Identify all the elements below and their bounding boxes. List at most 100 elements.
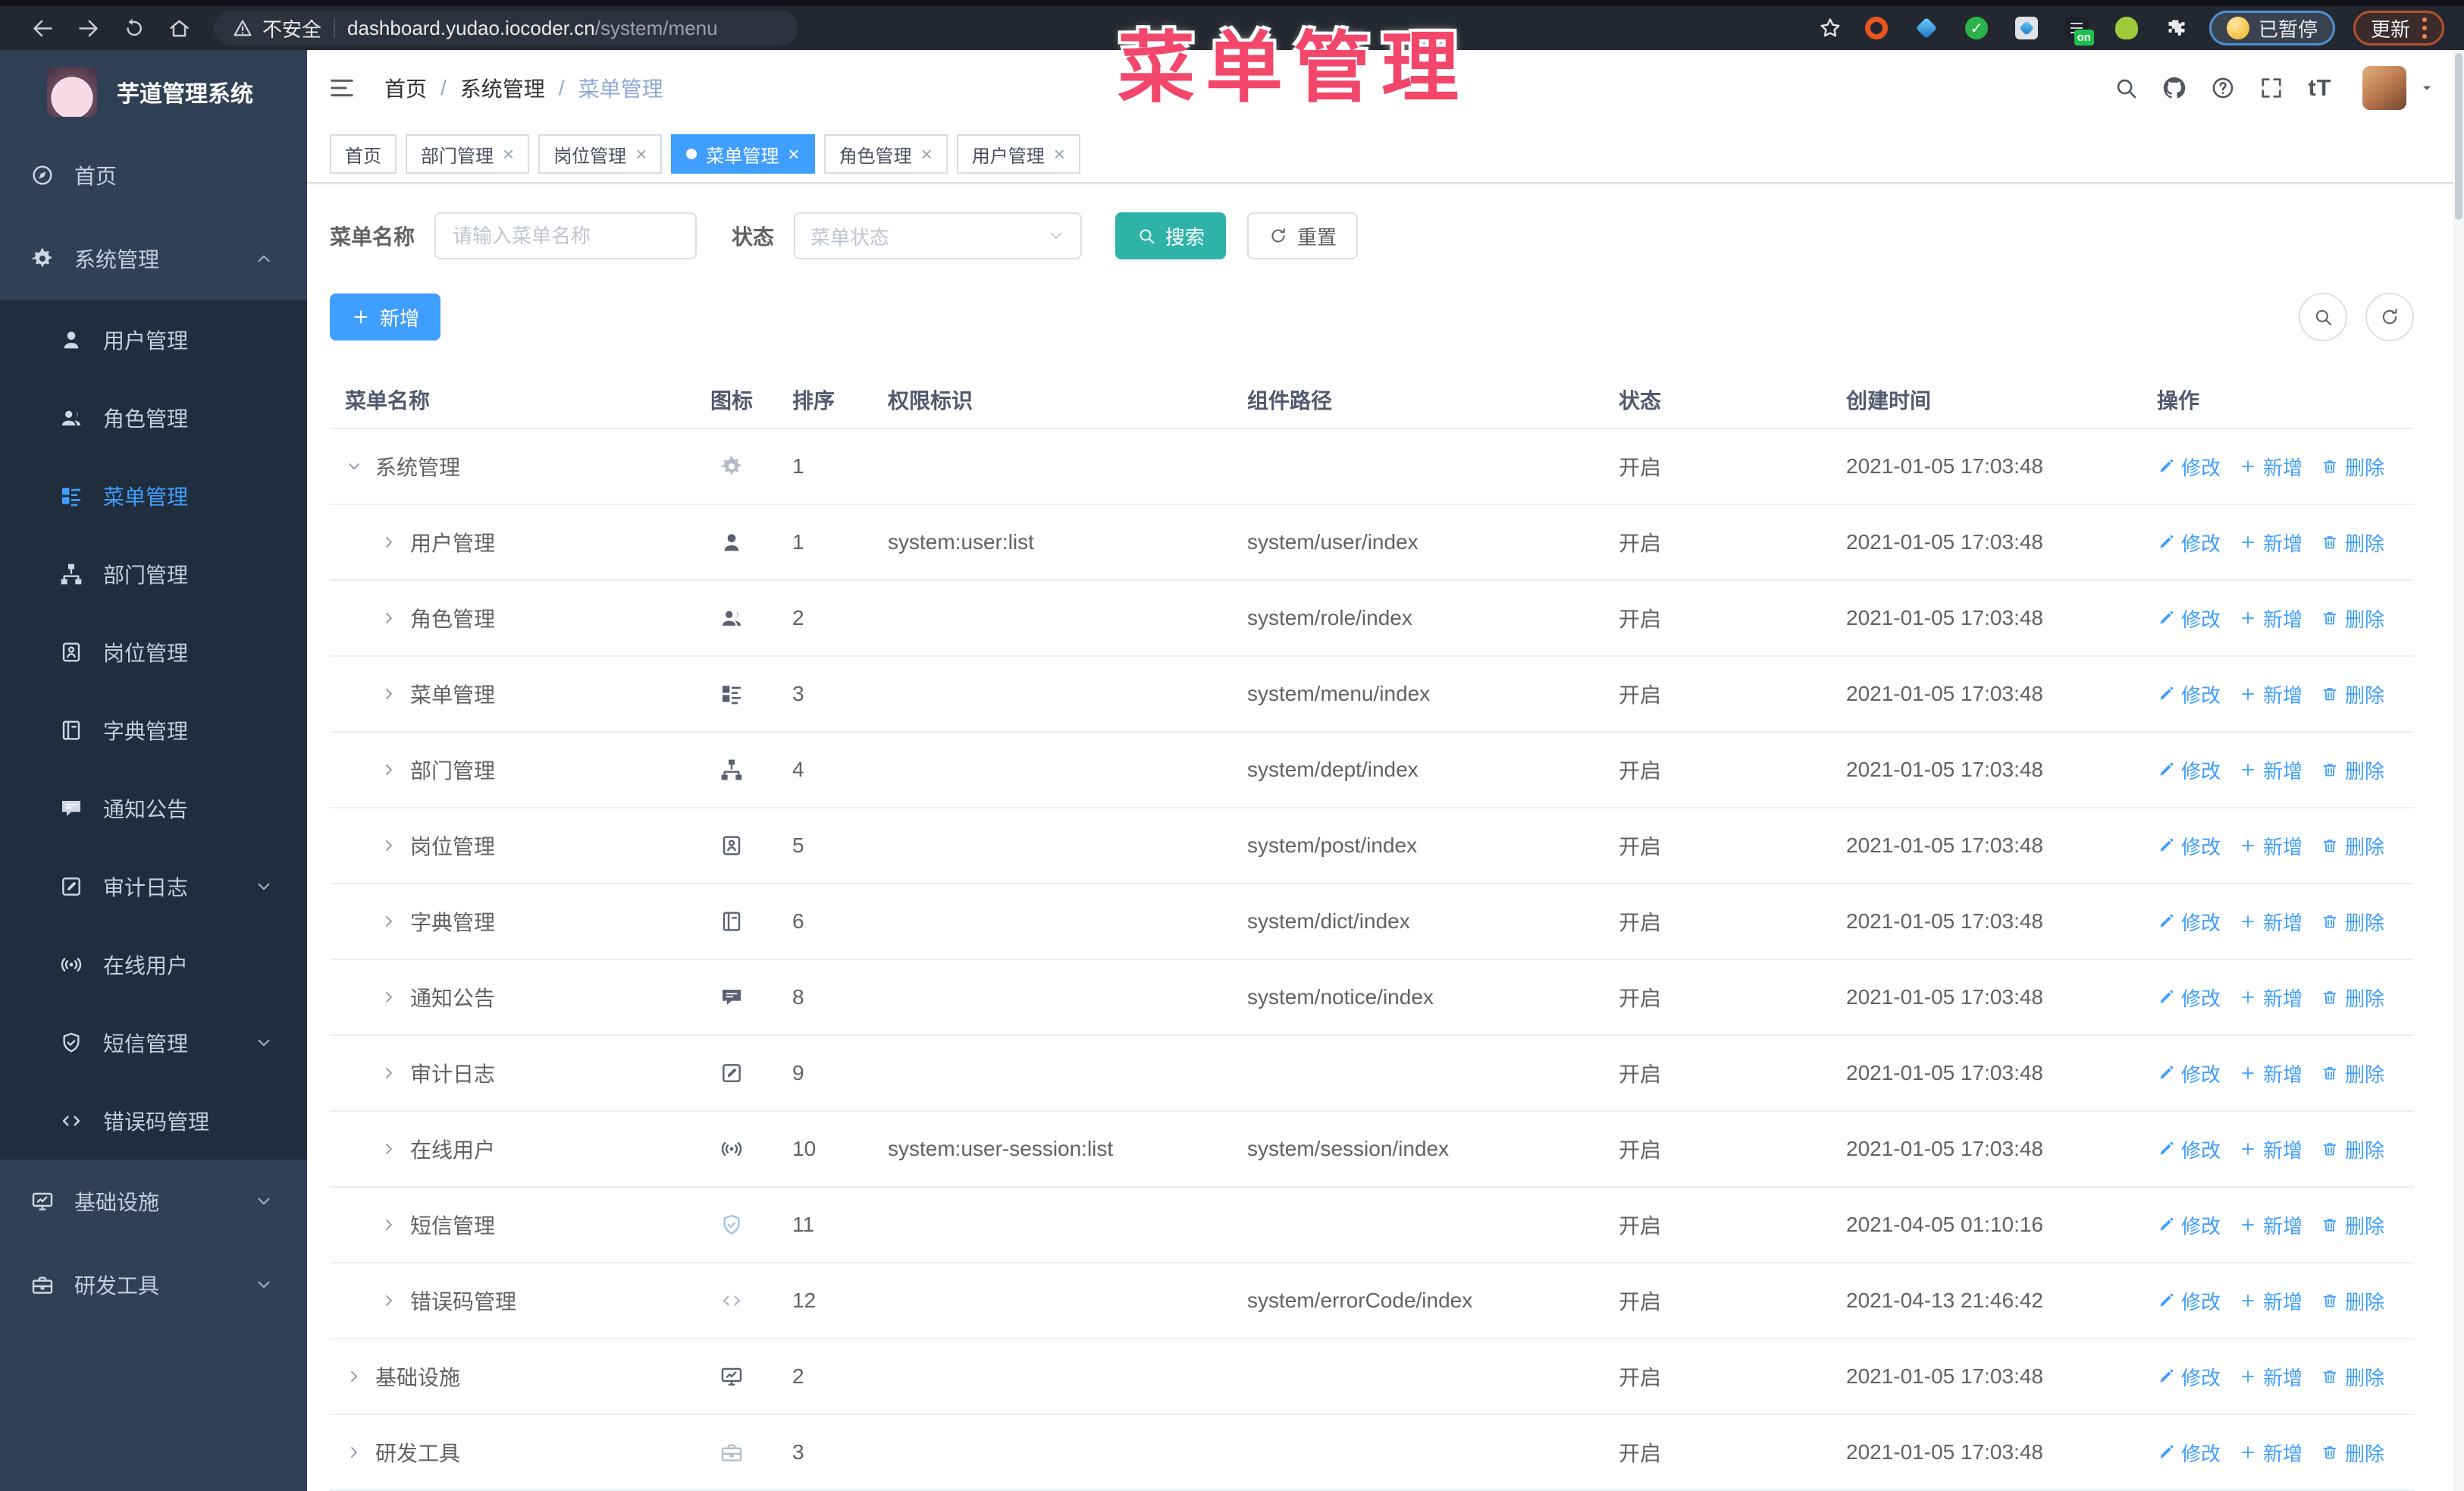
expand-caret-icon[interactable]	[380, 912, 398, 931]
delete-link[interactable]: 删除	[2321, 984, 2384, 1012]
extension-icon-on[interactable]: on	[2064, 17, 2094, 46]
add-child-link[interactable]: 新增	[2239, 529, 2303, 557]
github-icon[interactable]	[2150, 64, 2199, 112]
expand-caret-icon[interactable]	[380, 1216, 398, 1234]
delete-link[interactable]: 删除	[2321, 1211, 2384, 1239]
tab-close-icon[interactable]: ×	[1054, 144, 1065, 164]
expand-caret-icon[interactable]	[380, 533, 398, 551]
tab-close-icon[interactable]: ×	[921, 144, 933, 164]
expand-caret-icon[interactable]	[345, 1443, 363, 1461]
sidebar-item[interactable]: 研发工具	[0, 1243, 307, 1326]
sidebar-item[interactable]: 用户管理	[0, 300, 307, 378]
scrollbar[interactable]	[2453, 50, 2464, 1491]
edit-link[interactable]: 修改	[2157, 1211, 2221, 1239]
sidebar-item[interactable]: 角色管理	[0, 378, 307, 457]
add-button[interactable]: 新增	[330, 293, 441, 341]
tab-close-icon[interactable]: ×	[788, 144, 799, 164]
tab[interactable]: 用户管理 ×	[956, 134, 1080, 174]
refresh-table-button[interactable]	[2365, 293, 2414, 341]
expand-caret-icon[interactable]	[345, 457, 363, 476]
expand-caret-icon[interactable]	[380, 685, 398, 703]
delete-link[interactable]: 删除	[2321, 453, 2384, 481]
expand-caret-icon[interactable]	[380, 609, 398, 627]
sidebar-item[interactable]: 菜单管理	[0, 457, 307, 535]
expand-caret-icon[interactable]	[380, 988, 398, 1006]
home-icon[interactable]	[156, 7, 202, 49]
edit-link[interactable]: 修改	[2157, 756, 2221, 784]
sidebar-item[interactable]: 审计日志	[0, 847, 307, 925]
add-child-link[interactable]: 新增	[2239, 984, 2303, 1012]
edit-link[interactable]: 修改	[2157, 908, 2221, 936]
extension-icon-android[interactable]	[2114, 17, 2138, 39]
delete-link[interactable]: 删除	[2321, 756, 2384, 784]
show-search-button[interactable]	[2299, 293, 2347, 341]
add-child-link[interactable]: 新增	[2239, 604, 2303, 632]
expand-caret-icon[interactable]	[380, 1292, 398, 1310]
delete-link[interactable]: 删除	[2321, 1287, 2384, 1315]
extensions-puzzle-icon[interactable]	[2165, 17, 2188, 39]
hamburger-icon[interactable]	[327, 73, 357, 103]
tab[interactable]: 角色管理 ×	[823, 134, 948, 174]
delete-link[interactable]: 删除	[2321, 832, 2384, 860]
add-child-link[interactable]: 新增	[2239, 756, 2303, 784]
avatar-caret-down-icon[interactable]	[2419, 80, 2435, 96]
add-child-link[interactable]: 新增	[2239, 1059, 2303, 1088]
reload-icon[interactable]	[111, 7, 156, 49]
edit-link[interactable]: 修改	[2157, 1059, 2221, 1088]
back-icon[interactable]	[20, 7, 65, 49]
fullscreen-icon[interactable]	[2247, 64, 2296, 112]
edit-link[interactable]: 修改	[2157, 1135, 2221, 1163]
scrollbar-thumb[interactable]	[2455, 53, 2462, 220]
extension-icon-grid[interactable]	[2014, 17, 2038, 39]
breadcrumb-home[interactable]: 首页	[384, 73, 427, 103]
edit-link[interactable]: 修改	[2157, 1363, 2221, 1391]
delete-link[interactable]: 删除	[2321, 1439, 2384, 1467]
tab[interactable]: 岗位管理 ×	[538, 134, 663, 174]
sidebar-item[interactable]: 岗位管理	[0, 613, 307, 691]
sidebar-item[interactable]: 系统管理	[0, 217, 307, 300]
delete-link[interactable]: 删除	[2321, 604, 2384, 632]
edit-link[interactable]: 修改	[2157, 1287, 2221, 1315]
sidebar-item[interactable]: 错误码管理	[0, 1081, 307, 1160]
extension-icon-check[interactable]: ✓	[1964, 17, 1988, 39]
edit-link[interactable]: 修改	[2157, 453, 2221, 481]
expand-caret-icon[interactable]	[380, 1140, 398, 1158]
expand-caret-icon[interactable]	[380, 761, 398, 779]
sidebar-item[interactable]: 基础设施	[0, 1160, 307, 1243]
add-child-link[interactable]: 新增	[2239, 453, 2303, 481]
edit-link[interactable]: 修改	[2157, 680, 2221, 708]
delete-link[interactable]: 删除	[2321, 680, 2384, 708]
edit-link[interactable]: 修改	[2157, 832, 2221, 860]
add-child-link[interactable]: 新增	[2239, 1211, 2303, 1239]
tab[interactable]: 部门管理 ×	[406, 134, 530, 174]
tab[interactable]: 菜单管理 ×	[671, 134, 815, 174]
add-child-link[interactable]: 新增	[2239, 1439, 2303, 1467]
tab-close-icon[interactable]: ×	[635, 144, 647, 164]
add-child-link[interactable]: 新增	[2239, 908, 2303, 936]
browser-menu-icon[interactable]	[2422, 17, 2427, 39]
add-child-link[interactable]: 新增	[2239, 832, 2303, 860]
tab-close-icon[interactable]: ×	[503, 144, 514, 164]
font-size-icon[interactable]: tT	[2296, 64, 2344, 112]
menu-name-input[interactable]	[434, 212, 698, 259]
sidebar-item[interactable]: 通知公告	[0, 769, 307, 847]
edit-link[interactable]: 修改	[2157, 984, 2221, 1012]
delete-link[interactable]: 删除	[2321, 908, 2384, 936]
reset-button[interactable]: 重置	[1247, 212, 1359, 259]
expand-caret-icon[interactable]	[380, 837, 398, 855]
header-search-icon[interactable]	[2102, 64, 2150, 112]
expand-caret-icon[interactable]	[380, 1064, 398, 1082]
add-child-link[interactable]: 新增	[2239, 1363, 2303, 1391]
help-icon[interactable]	[2199, 64, 2247, 112]
status-select[interactable]: 菜单状态	[794, 212, 1083, 259]
delete-link[interactable]: 删除	[2321, 1363, 2384, 1391]
tab[interactable]: 首页 ×	[330, 134, 397, 174]
sidebar-item[interactable]: 部门管理	[0, 535, 307, 613]
delete-link[interactable]: 删除	[2321, 1059, 2384, 1088]
edit-link[interactable]: 修改	[2157, 1439, 2221, 1467]
sidebar-item[interactable]: 首页	[0, 133, 307, 217]
profile-paused-badge[interactable]: 已暂停	[2209, 11, 2335, 46]
bookmark-star-icon[interactable]	[1818, 16, 1842, 40]
expand-caret-icon[interactable]	[345, 1367, 363, 1386]
update-button[interactable]: 更新	[2353, 11, 2444, 46]
